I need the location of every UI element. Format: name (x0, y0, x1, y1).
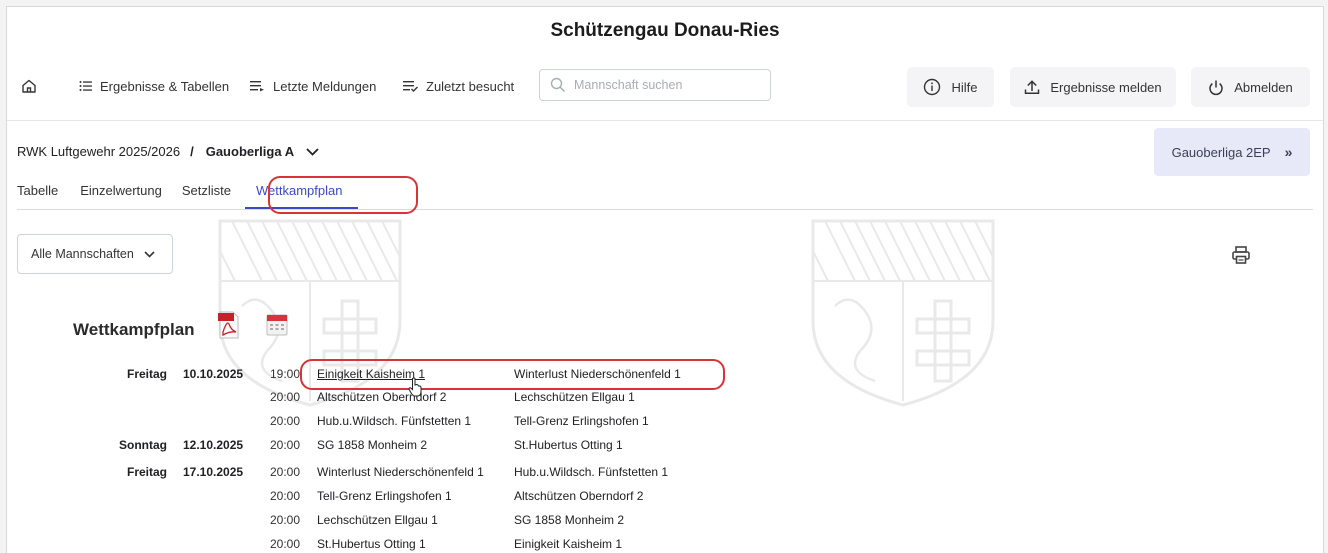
match-time: 19:00 (270, 367, 301, 381)
schedule-row: 20:00 Tell-Grenz Erlingshofen 1 Altschütze… (7, 487, 767, 505)
tab-tabelle[interactable]: Tabelle (17, 181, 58, 211)
help-button[interactable]: Hilfe (907, 67, 994, 107)
match-date: 12.10.2025 (183, 438, 244, 452)
match-time: 20:00 (270, 489, 301, 503)
tab-einzelwertung[interactable]: Einzelwertung (80, 181, 162, 211)
home-team[interactable]: Winterlust Niederschönenfeld 1 (317, 463, 484, 481)
nav-item-label: Ergebnisse & Tabellen (100, 78, 230, 94)
breadcrumb-separator: / (190, 144, 194, 159)
search-icon (550, 77, 565, 92)
home-team[interactable]: Tell-Grenz Erlingshofen 1 (317, 487, 452, 505)
chevron-down-icon (144, 250, 155, 258)
match-day: Freitag (126, 465, 167, 479)
list-check-icon (403, 81, 418, 92)
top-navigation: Ergebnisse & Tabellen Letzte Meldungen Z… (7, 57, 1323, 117)
coat-of-arms-watermark (811, 219, 995, 407)
schedule-row: Freitag 17.10.2025 20:00 Winterlust Nieders… (7, 463, 767, 481)
schedule-row: Sonntag 12.10.2025 20:00 SG 1858 Monheim 2 S… (7, 436, 767, 454)
report-results-button[interactable]: Ergebnisse melden (1010, 67, 1176, 107)
nav-zuletzt-besucht[interactable]: Zuletzt besucht (403, 67, 514, 105)
away-team[interactable]: St.Hubertus Otting 1 (514, 436, 623, 454)
match-day: Sonntag (119, 438, 167, 452)
schedule-row: 20:00 Lechschützen Ellgau 1 SG 1858 Monhei… (7, 511, 767, 529)
power-icon (1209, 80, 1223, 95)
home-team[interactable]: Hub.u.Wildsch. Fünfstetten 1 (317, 412, 471, 430)
away-team[interactable]: SG 1858 Monheim 2 (514, 511, 624, 529)
away-team[interactable]: Lechschützen Ellgau 1 (514, 388, 635, 406)
home-button[interactable] (21, 67, 45, 105)
home-team[interactable]: SG 1858 Monheim 2 (317, 436, 427, 454)
calendar-export-button[interactable] (266, 312, 288, 341)
header-divider (7, 120, 1323, 121)
logout-button[interactable]: Abmelden (1191, 67, 1310, 107)
tab-bar: Tabelle Einzelwertung Setzliste Wettkamp… (17, 181, 359, 211)
match-time: 20:00 (270, 537, 301, 551)
league-label: Gauoberliga A (205, 144, 295, 159)
tabs-divider (17, 209, 1313, 210)
team-filter-label: Alle Mannschaften (31, 247, 134, 261)
home-team[interactable]: Lechschützen Ellgau 1 (317, 511, 438, 529)
home-team[interactable]: Altschützen Oberndorf 2 (317, 388, 446, 406)
breadcrumb-season[interactable]: RWK Luftgewehr 2025/2026 (17, 144, 180, 159)
nav-letzte-meldungen[interactable]: Letzte Meldungen (250, 67, 376, 105)
league-dropdown[interactable]: Gauoberliga A (206, 144, 319, 159)
match-date: 10.10.2025 (183, 367, 244, 381)
match-date: 17.10.2025 (183, 465, 244, 479)
away-team[interactable]: Tell-Grenz Erlingshofen 1 (514, 412, 649, 430)
hand-cursor-icon (408, 377, 422, 397)
match-time: 20:00 (270, 390, 301, 404)
pdf-export-button[interactable] (218, 310, 240, 345)
schedule-row: 20:00 St.Hubertus Otting 1 Einigkeit Kaish… (7, 535, 767, 553)
away-team[interactable]: Altschützen Oberndorf 2 (514, 487, 643, 505)
plan-heading: Wettkampfplan (73, 320, 195, 339)
chevron-down-icon (306, 147, 319, 156)
home-icon (22, 79, 36, 93)
nav-ergebnisse-tabellen[interactable]: Ergebnisse & Tabellen (79, 67, 229, 105)
match-time: 20:00 (270, 513, 301, 527)
list-arrow-icon (250, 81, 264, 92)
breadcrumb: RWK Luftgewehr 2025/2026 / Gauoberliga A (17, 144, 319, 159)
help-label: Hilfe (951, 79, 978, 95)
match-day: Freitag (126, 367, 167, 381)
list-icon (79, 81, 92, 91)
schedule-row: Freitag 10.10.2025 19:00 Einigkeit Kaisheim… (7, 365, 767, 383)
away-team[interactable]: Hub.u.Wildsch. Fünfstetten 1 (514, 463, 668, 481)
app-window: Schützengau Donau-Ries Ergebnisse & Tabe… (6, 6, 1324, 553)
team-filter-dropdown[interactable]: Alle Mannschaften (17, 234, 173, 274)
next-league-label: Gauoberliga 2EP (1171, 144, 1271, 160)
pdf-icon (218, 311, 239, 339)
match-time: 20:00 (270, 465, 301, 479)
away-team[interactable]: Einigkeit Kaisheim 1 (514, 535, 622, 553)
match-time: 20:00 (270, 438, 301, 452)
printer-icon (1232, 246, 1250, 264)
calendar-icon (266, 314, 288, 336)
away-team[interactable]: Winterlust Niederschönenfeld 1 (514, 365, 681, 383)
report-results-label: Ergebnisse melden (1050, 79, 1162, 95)
schedule-row: 20:00 Altschützen Oberndorf 2 Lechschützen… (7, 388, 767, 406)
upload-icon (1025, 80, 1040, 94)
next-league-button[interactable]: Gauoberliga 2EP » (1154, 128, 1310, 176)
schedule-row: 20:00 Hub.u.Wildsch. Fünfstetten 1 Tell-Gr… (7, 412, 767, 430)
nav-item-label: Zuletzt besucht (426, 78, 515, 94)
search-field[interactable] (539, 69, 771, 101)
match-time: 20:00 (270, 414, 301, 428)
search-input[interactable] (572, 77, 766, 93)
info-icon (924, 78, 941, 96)
logout-label: Abmelden (1234, 79, 1293, 95)
print-button[interactable] (1231, 245, 1251, 270)
tab-setzliste[interactable]: Setzliste (182, 181, 231, 211)
double-chevron-right-icon: » (1284, 144, 1293, 160)
page-title: Schützengau Donau-Ries (550, 20, 780, 41)
nav-item-label: Letzte Meldungen (273, 78, 377, 94)
tab-wettkampfplan[interactable]: Wettkampfplan (245, 181, 359, 209)
home-team[interactable]: St.Hubertus Otting 1 (317, 535, 426, 553)
